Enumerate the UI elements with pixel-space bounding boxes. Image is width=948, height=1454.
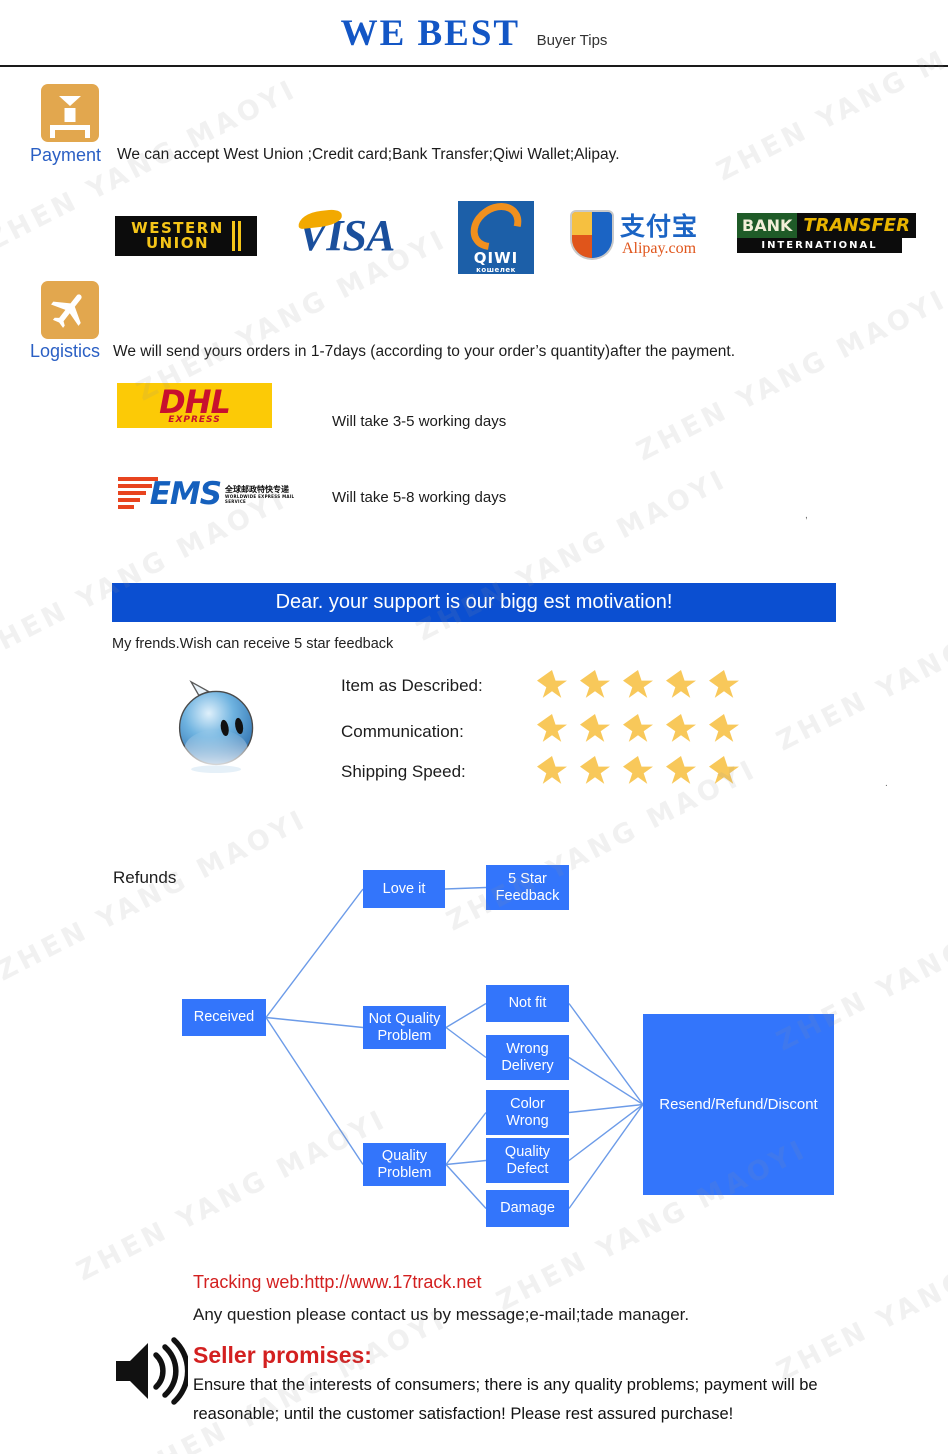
flow-edge-quality-to-quality_defect: [445, 1159, 487, 1166]
flow-edge-not_quality-to-not_fit: [445, 1002, 487, 1029]
flow-node-love_it: Love it: [363, 870, 445, 908]
flow-node-received: Received: [182, 999, 266, 1036]
refunds-flow-edges: [265, 886, 644, 1209]
flow-node-five_star: 5 Star Feedback: [486, 865, 569, 910]
flow-edge-received-to-love_it: [265, 888, 364, 1018]
contact-note: Any question please contact us by messag…: [193, 1305, 690, 1324]
buyer-tips-page: ZHEN YANG MAOYI ZHEN YANG MAOYI ZHEN YAN…: [0, 0, 948, 1454]
flow-edge-wrong_deliv-to-resend: [568, 1056, 644, 1106]
flow-edge-damage-to-resend: [568, 1104, 644, 1209]
flow-node-quality: Quality Problem: [363, 1143, 446, 1186]
seller-promises-body: Ensure that the interests of consumers; …: [193, 1376, 818, 1423]
flow-node-not_fit: Not fit: [486, 985, 569, 1022]
flow-node-wrong_deliv: Wrong Delivery: [486, 1035, 569, 1080]
flow-edge-color_wrong-to-resend: [568, 1103, 644, 1114]
speaker-icon: [116, 1337, 188, 1405]
flow-edge-love_it-to-five_star: [444, 886, 487, 890]
flow-node-quality_defect: Quality Defect: [486, 1138, 569, 1183]
flow-edge-not_fit-to-resend: [568, 1003, 644, 1105]
flow-edge-quality-to-damage: [445, 1164, 487, 1209]
flow-edge-not_quality-to-wrong_deliv: [445, 1026, 487, 1059]
flow-edge-quality_defect-to-resend: [568, 1103, 644, 1162]
seller-promises-title: Seller promises:: [193, 1342, 372, 1368]
flow-node-not_quality: Not Quality Problem: [363, 1006, 446, 1049]
tracking-link[interactable]: Tracking web:http://www.17track.net: [193, 1272, 481, 1293]
flow-node-color_wrong: Color Wrong: [486, 1090, 569, 1135]
flow-node-resend: Resend/Refund/Discont: [643, 1014, 834, 1195]
flow-node-damage: Damage: [486, 1190, 569, 1227]
flow-edge-received-to-quality: [265, 1017, 364, 1165]
flow-edge-received-to-not_quality: [265, 1016, 364, 1029]
flow-edge-quality-to-color_wrong: [445, 1112, 487, 1165]
